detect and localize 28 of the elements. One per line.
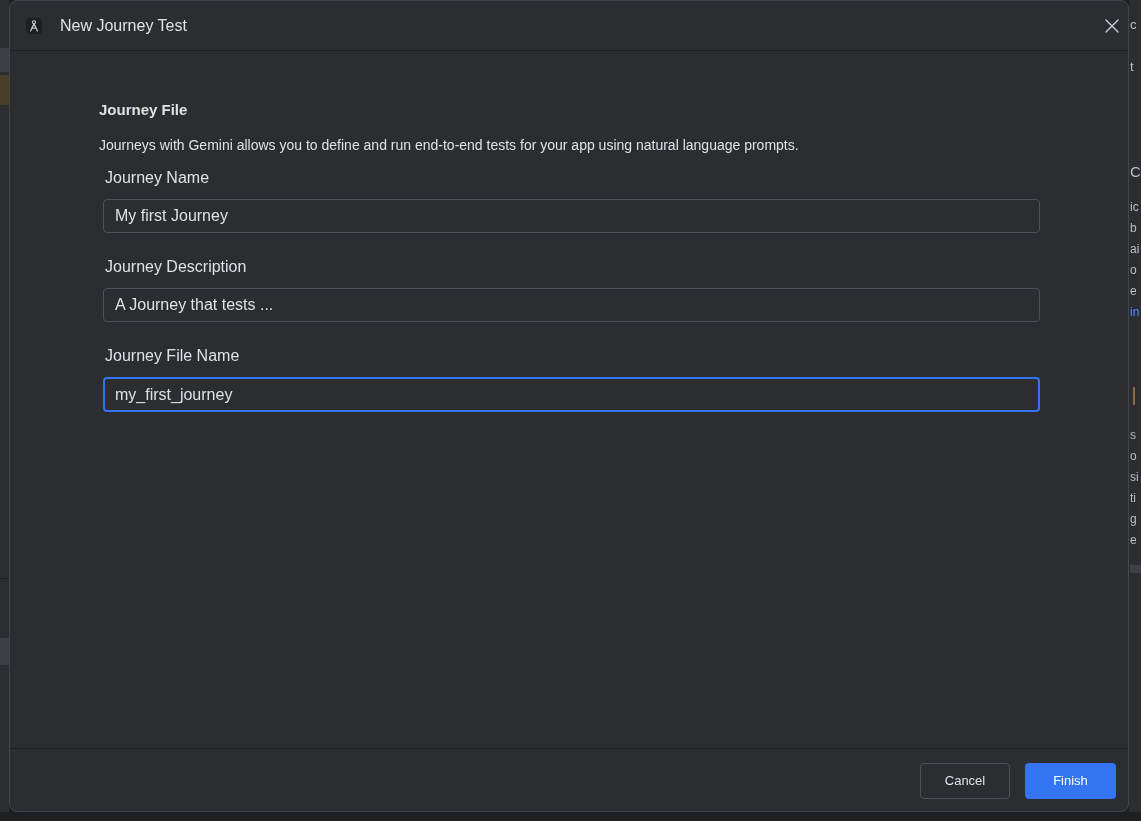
link-fragment[interactable]: in: [1130, 302, 1140, 323]
heading-fragment: C: [1130, 162, 1141, 182]
field-label: Journey Name: [105, 168, 210, 188]
section-description: Journeys with Gemini allows you to define and run end-to-end tests for your app using natural language prompts.: [99, 136, 799, 154]
text-fragment: e: [1130, 283, 1137, 300]
section-title: Journey File: [99, 100, 188, 120]
text-fragment: si: [1130, 469, 1139, 486]
field-label: Journey Description: [105, 257, 247, 277]
cancel-button[interactable]: Cancel: [920, 763, 1010, 799]
text-fragment: t: [1130, 58, 1134, 76]
text-field[interactable]: A Journey that tests ...: [103, 288, 1040, 322]
field-label: Journey File Name: [105, 346, 240, 366]
text-fragment: b: [1130, 220, 1137, 237]
text-fragment: ic: [1130, 199, 1139, 216]
text-fragment: g: [1130, 511, 1137, 528]
text-field[interactable]: my_first_journey: [103, 377, 1040, 412]
finish-button[interactable]: Finish: [1025, 763, 1116, 799]
text-fragment: ai: [1130, 241, 1140, 258]
text-fragment: e: [1130, 532, 1137, 549]
compass-icon: [26, 17, 42, 34]
text-fragment: o: [1130, 262, 1137, 279]
window-title: New Journey Test: [60, 15, 187, 36]
text-fragment: c: [1130, 16, 1137, 34]
text-fragment: s: [1130, 427, 1136, 444]
text-fragment: o: [1130, 448, 1137, 465]
close-icon: [1105, 18, 1119, 33]
text-field[interactable]: My first Journey: [103, 199, 1040, 233]
text-fragment: ti: [1130, 490, 1136, 507]
